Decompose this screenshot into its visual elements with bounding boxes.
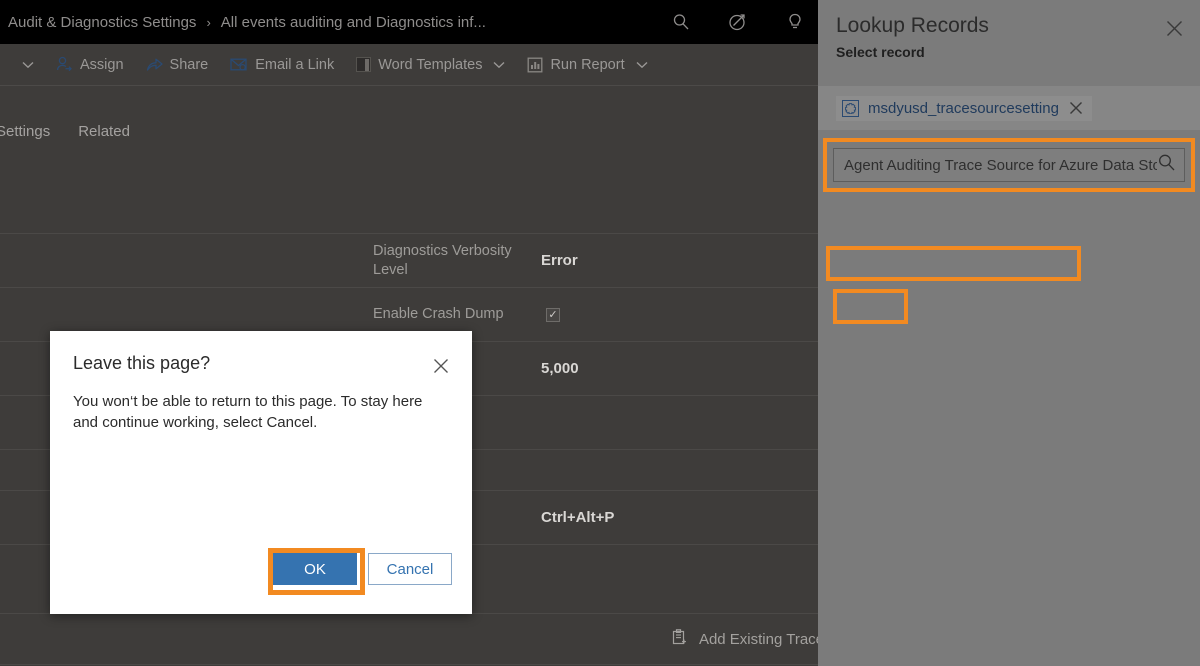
- command-bar: Assign Share Email a Link Word Templates: [0, 44, 818, 86]
- form-row: Diagnostics Verbosity Level Error: [0, 234, 818, 288]
- subgrid-footer: Add Existing Trace: [0, 613, 818, 665]
- word-templates-button[interactable]: Word Templates: [345, 44, 516, 86]
- command-label: Assign: [80, 57, 124, 73]
- top-bar-icons: [672, 0, 804, 44]
- ok-button[interactable]: OK: [273, 553, 357, 585]
- dialog-message: You won‘t be able to return to this page…: [73, 391, 451, 433]
- tab-related[interactable]: Related: [64, 123, 144, 140]
- entity-icon: [842, 100, 859, 117]
- share-icon: [146, 57, 163, 72]
- word-icon: [356, 57, 371, 72]
- lookup-panel-header: Lookup Records Select record: [818, 0, 1200, 60]
- field-label: Diagnostics Verbosity Level: [373, 242, 533, 280]
- assign-person-icon: [56, 56, 73, 73]
- close-icon[interactable]: [1162, 16, 1186, 40]
- command-label: Share: [170, 57, 209, 73]
- breadcrumb-separator-icon: ›: [206, 15, 210, 30]
- cancel-button[interactable]: Cancel: [368, 553, 452, 585]
- lightbulb-icon[interactable]: [786, 12, 804, 32]
- search-icon[interactable]: [1157, 153, 1176, 177]
- email-link-icon: [230, 57, 248, 72]
- chevron-down-icon: [22, 61, 34, 69]
- breadcrumb-current: All events auditing and Diagnostics inf.…: [221, 14, 486, 31]
- search-input-container[interactable]: [833, 148, 1185, 182]
- entity-chip-label: msdyusd_tracesourcesetting: [868, 100, 1059, 117]
- lookup-panel-title: Lookup Records: [836, 14, 1182, 38]
- breadcrumb: Audit & Diagnostics Settings › All event…: [8, 14, 486, 31]
- lookup-records-panel: Lookup Records Select record msdyusd_tra…: [818, 0, 1200, 666]
- command-label: Run Report: [550, 57, 624, 73]
- search-icon[interactable]: [672, 13, 690, 31]
- close-icon[interactable]: [1068, 100, 1084, 116]
- dialog-button-row: OK Cancel: [50, 553, 472, 585]
- email-a-link-button[interactable]: Email a Link: [219, 44, 345, 86]
- command-overflow[interactable]: [0, 44, 45, 86]
- share-button[interactable]: Share: [135, 44, 220, 86]
- assign-button[interactable]: Assign: [45, 44, 135, 86]
- run-report-button[interactable]: Run Report: [516, 44, 658, 86]
- form-tabs: Settings Related: [0, 86, 818, 154]
- field-value: Error: [541, 252, 578, 269]
- diagnostics-icon[interactable]: [728, 12, 748, 32]
- leave-page-dialog: Leave this page? You won‘t be able to re…: [50, 331, 472, 614]
- run-report-icon: [527, 57, 543, 73]
- breadcrumb-parent[interactable]: Audit & Diagnostics Settings: [8, 14, 196, 31]
- app-top-bar: Audit & Diagnostics Settings › All event…: [0, 0, 818, 44]
- footer-command-label: Add Existing Trace: [699, 631, 818, 648]
- field-value: 5,000: [541, 360, 579, 377]
- chevron-down-icon: [493, 61, 505, 69]
- entity-filter-bar: msdyusd_tracesourcesetting: [818, 86, 1200, 130]
- dialog-title: Leave this page?: [73, 353, 210, 374]
- chevron-down-icon: [636, 61, 648, 69]
- close-icon[interactable]: [430, 355, 452, 377]
- checkbox-field[interactable]: ✓: [546, 308, 560, 322]
- add-existing-trace-button[interactable]: Add Existing Trace: [671, 629, 818, 650]
- screen-root: Audit & Diagnostics Settings › All event…: [0, 0, 1200, 666]
- field-label: Enable Crash Dump: [373, 305, 533, 324]
- add-existing-record-icon: [671, 629, 687, 650]
- command-label: Email a Link: [255, 57, 334, 73]
- field-value: Ctrl+Alt+P: [541, 509, 614, 526]
- tab-settings[interactable]: Settings: [0, 123, 64, 140]
- entity-chip[interactable]: msdyusd_tracesourcesetting: [836, 96, 1092, 121]
- search-input[interactable]: [844, 157, 1157, 174]
- command-label: Word Templates: [378, 57, 482, 73]
- lookup-panel-subtitle: Select record: [836, 44, 1182, 60]
